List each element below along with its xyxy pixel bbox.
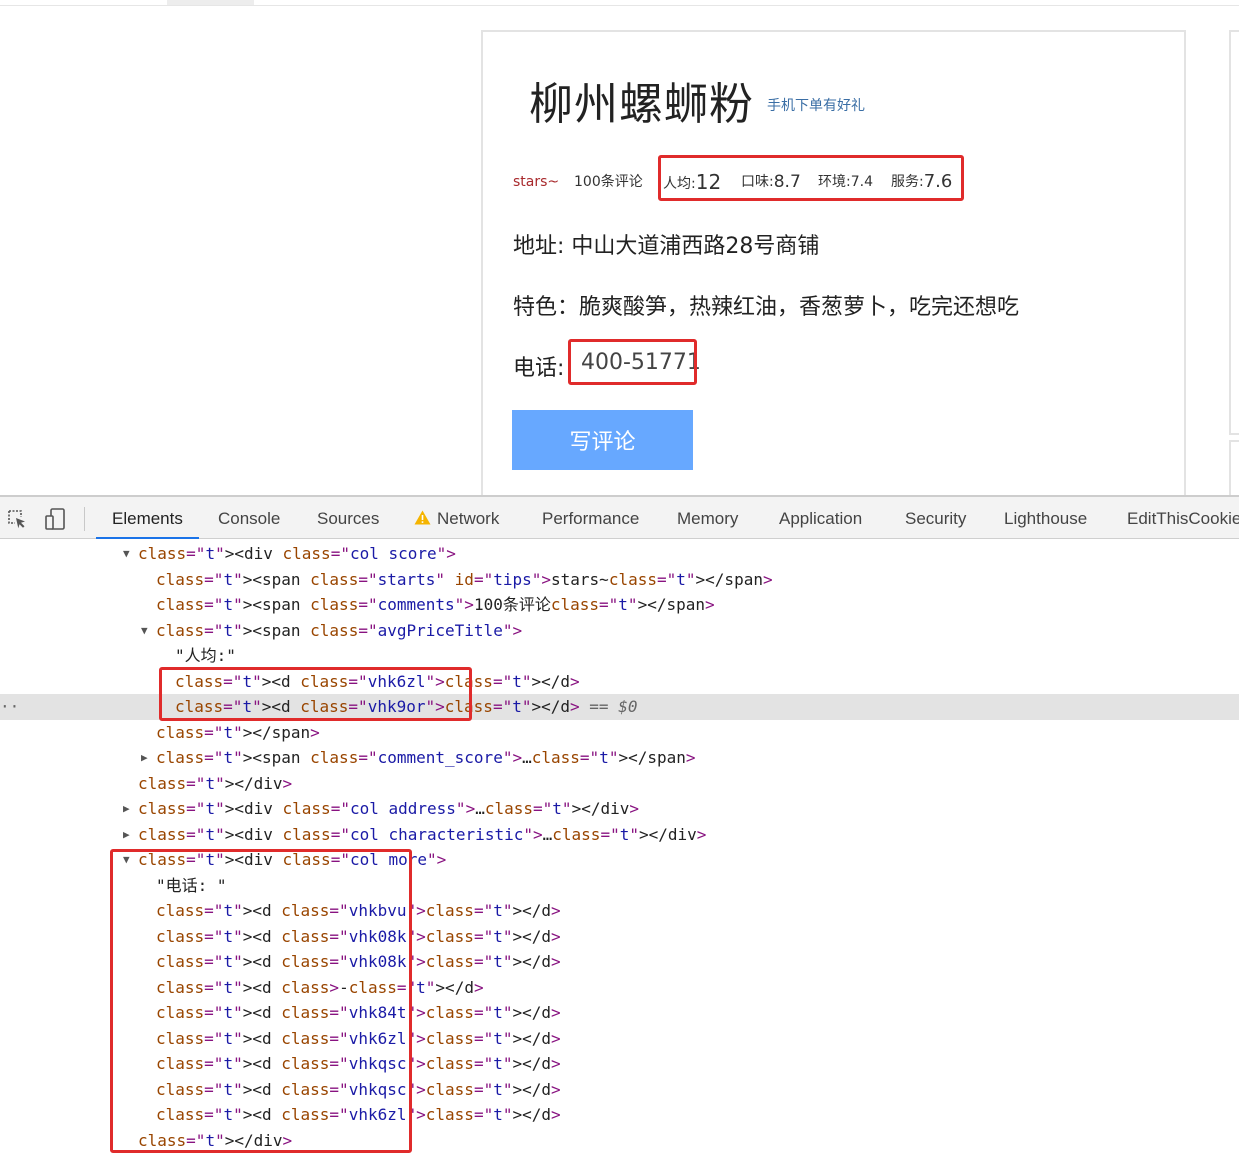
highlight-box-phone-nodes: [110, 849, 412, 1153]
dom-node-text: "人均:": [175, 646, 236, 665]
shop-card: 柳州螺蛳粉 手机下单有好礼 stars~ 100条评论 人均:12 口味:8.7…: [481, 30, 1186, 510]
warning-icon: [414, 498, 431, 542]
dom-node-text: class="t"><span class="comment_score">…c…: [156, 748, 696, 767]
side-card-top: [1229, 30, 1239, 435]
tab-performance[interactable]: Performance: [542, 497, 639, 539]
tab-lighthouse[interactable]: Lighthouse: [1004, 497, 1087, 539]
expand-triangle-icon[interactable]: ▶: [123, 796, 130, 822]
toolbar-separator: [84, 507, 85, 531]
collapse-triangle-icon[interactable]: ▼: [141, 618, 148, 644]
tab-sources[interactable]: Sources: [317, 497, 379, 539]
devtools-toolbar: Elements Console Sources Network Perform…: [0, 497, 1239, 539]
dom-node-text: class="t"><div class="col score">: [138, 544, 456, 563]
shop-name: 柳州螺蛳粉: [529, 79, 754, 130]
dom-node-line[interactable]: ▶ class="t"><span class="comment_score">……: [0, 745, 1239, 771]
more-options-icon[interactable]: ··: [0, 694, 19, 720]
dom-node-text: class="t"><span class="starts" id="tips"…: [156, 569, 773, 589]
browser-top-strip: [0, 0, 1239, 6]
dom-node-line[interactable]: class="t"><span class="starts" id="tips"…: [0, 567, 1239, 593]
dom-node-line[interactable]: "人均:": [0, 643, 1239, 669]
collapse-triangle-icon[interactable]: ▼: [123, 541, 130, 567]
highlight-box-avg-nodes: [159, 667, 472, 721]
browser-tab-indicator[interactable]: [167, 0, 254, 5]
dom-node-line[interactable]: ▶ class="t"><div class="col characteristi…: [0, 822, 1239, 848]
dom-node-text: class="t"><span class="avgPriceTitle">: [156, 620, 523, 640]
dom-node-text: class="t"><span class="comments">100条评论c…: [156, 595, 715, 614]
stars-tips: stars~: [513, 174, 560, 190]
write-review-button[interactable]: 写评论: [512, 410, 693, 470]
expand-triangle-icon[interactable]: ▶: [141, 745, 148, 771]
dom-node-text: class="t"><div class="col characteristic…: [138, 824, 707, 844]
tab-application[interactable]: Application: [779, 497, 862, 539]
tab-memory[interactable]: Memory: [677, 497, 738, 539]
shop-address: 地址: 中山大道浦西路28号商铺: [513, 234, 820, 259]
tab-security[interactable]: Security: [905, 497, 966, 539]
devtools-panel: Elements Console Sources Network Perform…: [0, 495, 1239, 1159]
comments-count[interactable]: 100条评论: [574, 170, 643, 194]
phone-label: 电话:: [513, 356, 565, 381]
dom-node-line[interactable]: ▼ class="t"><span class="avgPriceTitle">: [0, 618, 1239, 644]
expand-triangle-icon[interactable]: ▶: [123, 822, 130, 848]
promo-link[interactable]: 手机下单有好礼: [767, 95, 865, 115]
inspect-element-icon[interactable]: [5, 507, 29, 531]
tab-elements[interactable]: Elements: [96, 497, 199, 539]
shop-feature: 特色：脆爽酸笋，热辣红油，香葱萝卜，吃完还想吃: [513, 295, 1020, 320]
tab-console[interactable]: Console: [218, 497, 280, 539]
dom-node-text: class="t"></div>: [138, 773, 293, 793]
dom-node-text: class="t"><div class="col address">…clas…: [138, 799, 639, 818]
highlight-box-scores: [658, 155, 964, 201]
highlight-box-phone: [568, 339, 697, 385]
device-toolbar-icon[interactable]: [43, 507, 67, 531]
tab-editthiscookie[interactable]: EditThisCookie: [1127, 497, 1239, 539]
dom-node-line[interactable]: ▶ class="t"><div class="col address">…cla…: [0, 796, 1239, 822]
dom-node-text: class="t"></span>: [156, 722, 320, 742]
dom-node-line[interactable]: ▼ class="t"><div class="col score">: [0, 541, 1239, 567]
dom-node-line[interactable]: class="t"></div>: [0, 771, 1239, 797]
tab-network-label: Network: [437, 509, 500, 528]
dom-node-line[interactable]: class="t"></span>: [0, 720, 1239, 746]
dom-node-line[interactable]: class="t"><span class="comments">100条评论c…: [0, 592, 1239, 618]
tab-network[interactable]: Network: [414, 497, 499, 539]
